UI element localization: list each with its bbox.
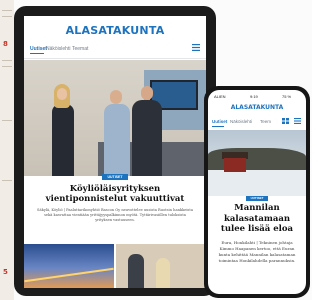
article-thumbnail[interactable] — [24, 244, 114, 288]
site-logo[interactable]: ALASATAKUNTA — [24, 24, 206, 37]
tab-teemat[interactable]: Teemat — [72, 46, 88, 52]
newspaper-edge: 8 5 — [0, 0, 14, 300]
headline-line: vientiponnistelut vakuuttivat — [45, 194, 185, 204]
article-headline[interactable]: Mannilan kalasatamaan tulee lisää eloa — [208, 203, 306, 235]
tablet-device: ALASATAKUNTA Uutiset Näköislehti Teemat — [14, 6, 216, 296]
tab-teemat[interactable]: Teem — [260, 119, 271, 124]
text-line — [2, 120, 12, 121]
battery-level: 75 % — [282, 94, 292, 99]
article-summary: Eura, Honkilahti | Tekninen johtaja Kimm… — [218, 240, 296, 263]
section-nav: Uutiset Näköislehti Teemat — [30, 44, 200, 56]
phone-device: ALIEN 9:19 75 % ALASATAKUNTA Uutiset Näk… — [204, 86, 310, 298]
article-thumbnail[interactable] — [116, 244, 206, 288]
text-line — [2, 60, 12, 61]
article-summary: Säkylä, Köyliö | Paaluttarikonyhtiö Basc… — [37, 208, 193, 222]
active-tab-indicator — [30, 53, 44, 54]
tab-uutiset[interactable]: Uutiset — [212, 119, 227, 124]
feature-photo[interactable] — [208, 130, 306, 196]
article-headline[interactable]: Köyliöläisyrityksen vientiponnistelut va… — [24, 184, 206, 204]
tab-uutiset[interactable]: Uutiset — [30, 46, 47, 52]
category-badge: UUTISET — [246, 196, 268, 201]
status-bar: ALIEN 9:19 75 % — [208, 93, 306, 100]
headline-line: tulee lisää eloa — [220, 224, 294, 234]
promo-image: 8 5 ALASATAKUNTA Uutiset Näköislehti Tee… — [0, 0, 312, 300]
text-line — [2, 16, 12, 17]
site-logo[interactable]: ALASATAKUNTA — [208, 104, 306, 111]
grid-icon[interactable] — [282, 118, 289, 124]
menu-icon[interactable] — [294, 118, 301, 124]
divider — [24, 58, 206, 59]
headline-line: Mannilan — [234, 203, 280, 213]
clock: 9:19 — [250, 94, 258, 99]
tab-naköislehti[interactable]: Näköislehti — [46, 46, 70, 52]
category-badge: UUTISET — [102, 174, 128, 180]
feature-photo[interactable] — [24, 60, 206, 176]
headline-line: kalasatamaan — [223, 213, 291, 224]
phone-screen: ALIEN 9:19 75 % ALASATAKUNTA Uutiset Näk… — [208, 90, 306, 294]
tab-naköislehti[interactable]: Näköislehti — [230, 119, 252, 124]
headline-line: Köyliöläisyrityksen — [69, 184, 161, 194]
grid-menu-icon[interactable] — [192, 44, 200, 51]
text-line — [2, 10, 12, 11]
page-number: 5 — [3, 268, 8, 276]
page-number: 8 — [3, 40, 8, 48]
text-line — [2, 180, 12, 181]
tablet-screen: ALASATAKUNTA Uutiset Näköislehti Teemat — [24, 16, 206, 288]
active-tab-indicator — [212, 126, 224, 127]
text-line — [2, 66, 12, 67]
carrier-label: ALIEN — [214, 94, 226, 99]
section-nav: Uutiset Näköislehti Teem — [212, 118, 304, 128]
